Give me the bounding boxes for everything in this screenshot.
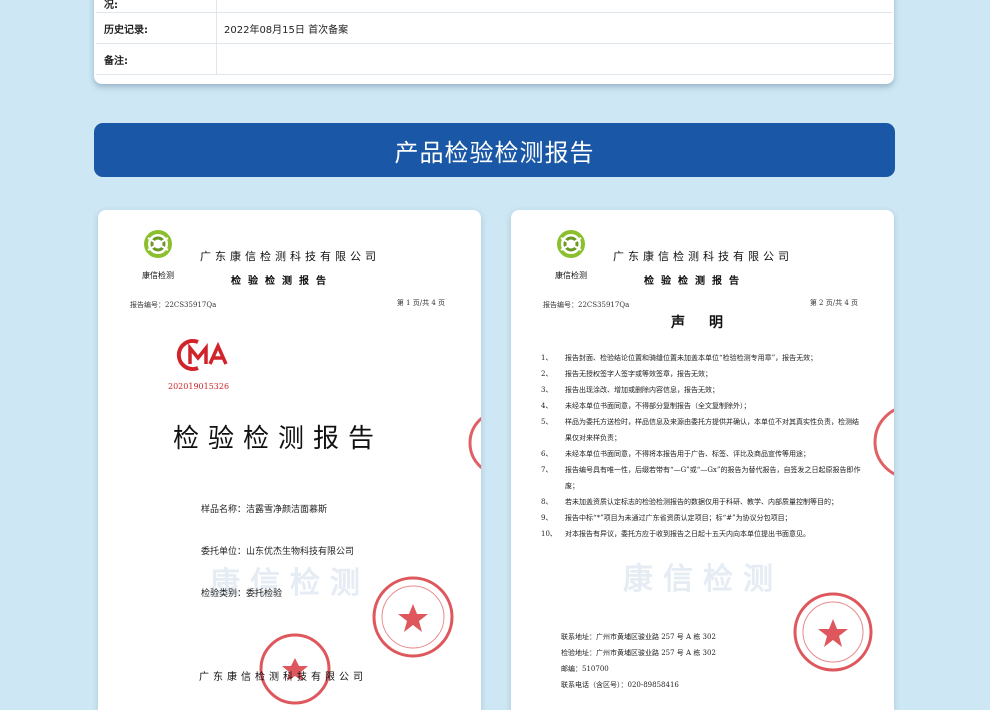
page-number: 第 2 页/共 4 页 xyxy=(809,299,858,307)
item-text: 报告封面、检验结论位置和骑缝位置未加盖本单位“检验检测专用章”，报告无效； xyxy=(565,354,818,362)
item-number: 10、 xyxy=(541,530,557,538)
company-name: 广东康信检测科技有限公司 xyxy=(200,250,380,263)
list-item: 7、 报告编号具有唯一性，后缀若带有“—G”或“—Gx”的报告为替代报告，自签发之… xyxy=(541,462,861,494)
row-key: 历史记录: xyxy=(96,12,217,44)
logo-icon xyxy=(144,230,172,258)
item-text: 报告编号具有唯一性，后缀若带有“—G”或“—Gx”的报告为替代报告，自签发之日起… xyxy=(565,466,861,490)
section-banner: 产品检验检测报告 xyxy=(94,123,895,177)
page-number: 第 1 页/共 4 页 xyxy=(396,299,445,307)
row-value xyxy=(216,43,892,75)
list-item: 1、 报告封面、检验结论位置和骑缝位置未加盖本单位“检验检测专用章”，报告无效； xyxy=(541,350,861,366)
item-text: 未经本单位书面同意，不得部分复制报告（全文复制除外）； xyxy=(565,402,751,410)
report-number: 报告编号：22CS35917Qa xyxy=(130,301,217,309)
item-text: 若未加盖资质认定标志的检验检测报告的数据仅用于科研、教学、内部质量控制等目的； xyxy=(565,498,838,506)
company-name: 广东康信检测科技有限公司 xyxy=(613,250,793,263)
footer-company: 广东康信检测科技有限公司 xyxy=(199,672,367,683)
logo-text: 康信检测 xyxy=(555,271,587,280)
item-text: 报告无授权签字人签字或等效签章，报告无效； xyxy=(565,370,712,378)
report-cover-image[interactable]: 康信检测 广东康信检测科技有限公司 检验检测报告 报告编号：22CS35917Q… xyxy=(98,210,481,710)
table-row: 历史记录: 2022年08月15日 首次备案 xyxy=(96,12,892,44)
row-key: 备注: xyxy=(96,43,217,75)
edge-seal-icon xyxy=(468,416,481,470)
contact-address: 联系地址：广州市黄埔区骏业路 257 号 A 栋 302 xyxy=(561,633,716,641)
declaration-title: 声明 xyxy=(671,315,747,331)
test-address: 检验地址：广州市黄埔区骏业路 257 号 A 栋 302 xyxy=(561,649,716,657)
list-item: 2、 报告无授权签字人签字或等效签章，报告无效； xyxy=(541,366,861,382)
seal-stamp-icon xyxy=(372,576,454,658)
edge-seal-icon xyxy=(873,408,894,476)
list-item: 6、 未经本单位书面同意，不得将本报告用于广告、标签、评比及商品宣传等用途； xyxy=(541,446,861,462)
seal-stamp-icon xyxy=(793,592,873,672)
item-number: 4、 xyxy=(541,402,553,410)
list-item: 10、 对本报告有异议，委托方应于收到报告之日起十五天内向本单位提出书面意见。 xyxy=(541,526,861,542)
item-number: 3、 xyxy=(541,386,553,394)
item-text: 报告中标“*”项目为未通过广东省资质认定项目；标“#”为协议分包项目； xyxy=(565,514,792,522)
company-logo: 康信检测 xyxy=(132,228,184,280)
row-value xyxy=(216,0,892,13)
report-title: 检验检测报告 xyxy=(173,424,384,454)
contact-phone: 联系电话（含区号）：020-89858416 xyxy=(561,681,679,689)
logo-text: 康信检测 xyxy=(142,271,174,280)
logo-icon xyxy=(557,230,585,258)
declaration-list: 1、 报告封面、检验结论位置和骑缝位置未加盖本单位“检验检测专用章”，报告无效； … xyxy=(541,350,861,542)
company-logo: 康信检测 xyxy=(545,228,597,280)
watermark: 康信检测 xyxy=(623,562,783,597)
list-item: 3、 报告出现涂改、增加或删除内容信息，报告无效； xyxy=(541,382,861,398)
postcode: 邮编：510700 xyxy=(561,665,609,673)
item-text: 样品为委托方送检时，样品信息及来源由委托方提供并确认，本单位不对其真实性负责，检… xyxy=(565,418,859,442)
report-number: 报告编号：22CS35917Qa xyxy=(543,301,630,309)
cma-number: 202019015326 xyxy=(168,382,230,391)
item-number: 2、 xyxy=(541,370,553,378)
table-row: 况: xyxy=(96,0,892,13)
item-text: 报告出现涂改、增加或删除内容信息，报告无效； xyxy=(565,386,719,394)
list-item: 5、 样品为委托方送检时，样品信息及来源由委托方提供并确认，本单位不对其真实性负责… xyxy=(541,414,861,446)
item-number: 7、 xyxy=(541,466,553,474)
table-row: 备注: xyxy=(96,43,892,75)
item-number: 8、 xyxy=(541,498,553,506)
sample-name-field: 样品名称：洁露雪净颜洁面慕斯 xyxy=(201,505,328,515)
report-declaration-image[interactable]: 康信检测 广东康信检测科技有限公司 检验检测报告 报告编号：22CS35917Q… xyxy=(511,210,894,710)
info-table: 况: 历史记录: 2022年08月15日 首次备案 备注: xyxy=(96,0,892,75)
item-text: 未经本单位书面同意，不得将本报告用于广告、标签、评比及商品宣传等用途； xyxy=(565,450,810,458)
report-subtitle: 检验检测报告 xyxy=(644,276,746,287)
info-table-card: 况: 历史记录: 2022年08月15日 首次备案 备注: xyxy=(94,0,894,84)
report-subtitle: 检验检测报告 xyxy=(231,276,333,287)
list-item: 4、 未经本单位书面同意，不得部分复制报告（全文复制除外）； xyxy=(541,398,861,414)
item-number: 9、 xyxy=(541,514,553,522)
row-value: 2022年08月15日 首次备案 xyxy=(216,12,892,44)
client-field: 委托单位：山东优杰生物科技有限公司 xyxy=(201,547,355,557)
test-type-field: 检验类别：委托检验 xyxy=(201,589,283,599)
row-key: 况: xyxy=(96,0,217,13)
item-number: 1、 xyxy=(541,354,553,362)
item-number: 6、 xyxy=(541,450,553,458)
list-item: 9、 报告中标“*”项目为未通过广东省资质认定项目；标“#”为协议分包项目； xyxy=(541,510,861,526)
item-text: 对本报告有异议，委托方应于收到报告之日起十五天内向本单位提出书面意见。 xyxy=(565,530,810,538)
cma-mark-icon xyxy=(176,339,228,371)
item-number: 5、 xyxy=(541,418,553,426)
list-item: 8、 若未加盖资质认定标志的检验检测报告的数据仅用于科研、教学、内部质量控制等目的… xyxy=(541,494,861,510)
